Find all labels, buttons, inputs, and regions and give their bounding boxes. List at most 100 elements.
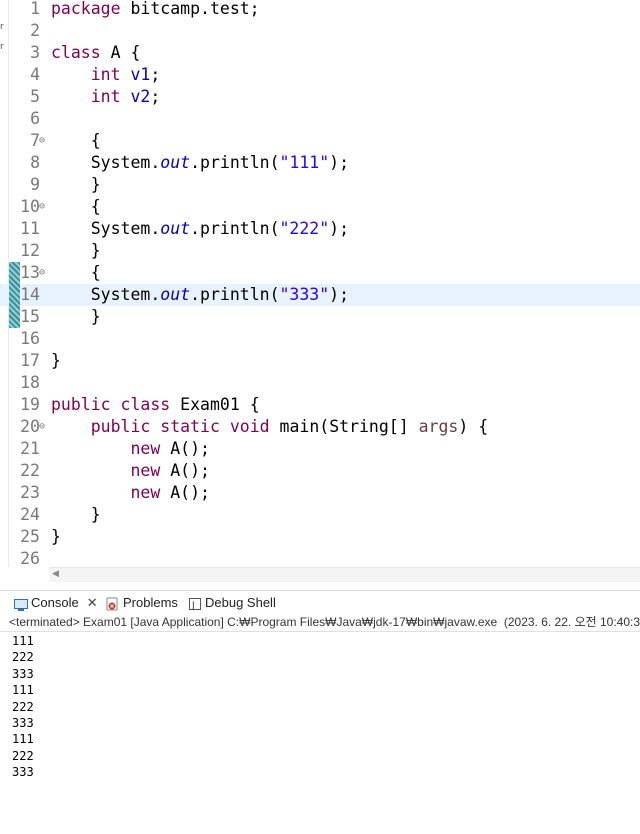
code-token: new <box>130 483 161 502</box>
line-number: 11 <box>20 219 40 238</box>
code-line[interactable]: 20 ⊖ public static void main(String[] arg… <box>0 416 640 438</box>
tab-console[interactable]: Console ✕ <box>14 593 98 613</box>
fold-toggle-icon[interactable]: ⊖ <box>39 130 45 152</box>
code-token: public <box>90 417 151 436</box>
code-token: v2 <box>130 87 151 106</box>
code-line[interactable]: 24 } <box>0 504 640 526</box>
code-line[interactable]: 5 int v2; <box>0 86 640 108</box>
line-number: 6 <box>30 109 40 128</box>
close-icon[interactable]: ✕ <box>87 593 98 613</box>
line-number: 18 <box>20 373 40 392</box>
code-token: main(String[] <box>269 417 419 436</box>
code-line[interactable]: 14 System.out.println("333"); <box>0 284 640 306</box>
code-text: new A(); <box>51 482 210 504</box>
scroll-left-icon[interactable]: ◀ <box>52 569 59 579</box>
code-line[interactable]: 6 <box>0 108 640 130</box>
code-token: args <box>418 417 459 436</box>
code-text: } <box>51 504 101 526</box>
code-line[interactable]: 19 public class Exam01 { <box>0 394 640 416</box>
code-text: class A { <box>51 42 140 64</box>
code-line[interactable]: 22 new A(); <box>0 460 640 482</box>
code-text: } <box>51 240 101 262</box>
code-line[interactable]: 4 int v1; <box>0 64 640 86</box>
code-line[interactable]: 10 ⊖ { <box>0 196 640 218</box>
code-token: out <box>160 285 191 304</box>
line-number: 1 <box>30 0 40 18</box>
line-number: 16 <box>20 329 40 348</box>
code-token: } <box>51 175 101 194</box>
fold-toggle-icon[interactable]: ⊖ <box>39 416 45 438</box>
code-token: "111" <box>279 153 330 172</box>
code-line[interactable]: 21 new A(); <box>0 438 640 460</box>
code-token: { <box>51 263 101 282</box>
code-line[interactable]: 17} <box>0 350 640 372</box>
tab-problems[interactable]: Problems <box>106 593 178 613</box>
code-token: .println( <box>190 285 280 304</box>
line-number: 24 <box>20 505 40 524</box>
line-number: 3 <box>30 43 40 62</box>
code-line[interactable]: 12 } <box>0 240 640 262</box>
code-token: int <box>90 87 121 106</box>
line-number: 4 <box>30 65 40 84</box>
code-line[interactable]: 25} <box>0 526 640 548</box>
debug-shell-icon: J <box>188 597 202 611</box>
line-number: 23 <box>20 483 40 502</box>
line-number: 20 <box>20 417 40 436</box>
code-line[interactable]: 1 package bitcamp.test; <box>0 0 640 20</box>
console-status: <terminated> Exam01 [Java Application] C… <box>0 613 640 632</box>
code-line[interactable]: 18 <box>0 372 640 394</box>
line-number: 10 <box>20 197 40 216</box>
code-text: int v1; <box>51 64 161 86</box>
code-text: { <box>51 196 101 218</box>
code-line[interactable]: 23 new A(); <box>0 482 640 504</box>
code-token: System. <box>51 285 161 304</box>
code-line[interactable]: 7 ⊖ { <box>0 130 640 152</box>
code-token: class <box>51 43 101 62</box>
code-line[interactable]: 2 <box>0 20 640 42</box>
code-token: "222" <box>279 219 330 238</box>
horizontal-scrollbar[interactable]: ◀ <box>49 567 640 582</box>
code-text: { <box>51 130 101 152</box>
tab-debug-shell[interactable]: J Debug Shell <box>188 593 276 613</box>
line-number: 19 <box>20 395 40 414</box>
code-token: } <box>51 505 101 524</box>
code-token: v1 <box>130 65 151 84</box>
code-token: A(); <box>160 483 210 502</box>
code-line[interactable]: 13 ⊖ { <box>0 262 640 284</box>
code-token: A { <box>100 43 141 62</box>
code-token: { <box>51 197 101 216</box>
code-token: System. <box>51 153 161 172</box>
code-line[interactable]: 26 <box>0 548 640 567</box>
line-number: 14 <box>20 285 40 304</box>
code-line[interactable]: 9 } <box>0 174 640 196</box>
code-editor[interactable]: rr 1 package bitcamp.test; 2 3 class A {4 in… <box>0 0 640 567</box>
code-line[interactable]: 11 System.out.println("222"); <box>0 218 640 240</box>
code-line[interactable]: 8 System.out.println("111"); <box>0 152 640 174</box>
code-token: public <box>51 395 111 414</box>
code-token: new <box>130 439 161 458</box>
code-token: } <box>51 351 61 370</box>
fold-toggle-icon[interactable]: ⊖ <box>39 262 45 284</box>
code-line[interactable]: 15 } <box>0 306 640 328</box>
fold-toggle-icon[interactable]: ⊖ <box>39 196 45 218</box>
code-line[interactable]: 3 class A { <box>0 42 640 64</box>
code-token: A(); <box>160 461 210 480</box>
console-tab-bar: Console ✕ Problems J Debug Shell <box>0 590 640 615</box>
code-text: new A(); <box>51 460 210 482</box>
code-token: new <box>130 461 161 480</box>
code-line[interactable]: 16 <box>0 328 640 350</box>
console-output-line: 333 <box>12 716 34 731</box>
code-text: int v2; <box>51 86 161 108</box>
line-number: 12 <box>20 241 40 260</box>
console-output[interactable]: 111 222 333 111 222 333 111 222 333 <box>12 633 34 781</box>
code-token: out <box>160 219 191 238</box>
line-number: 5 <box>30 87 40 106</box>
